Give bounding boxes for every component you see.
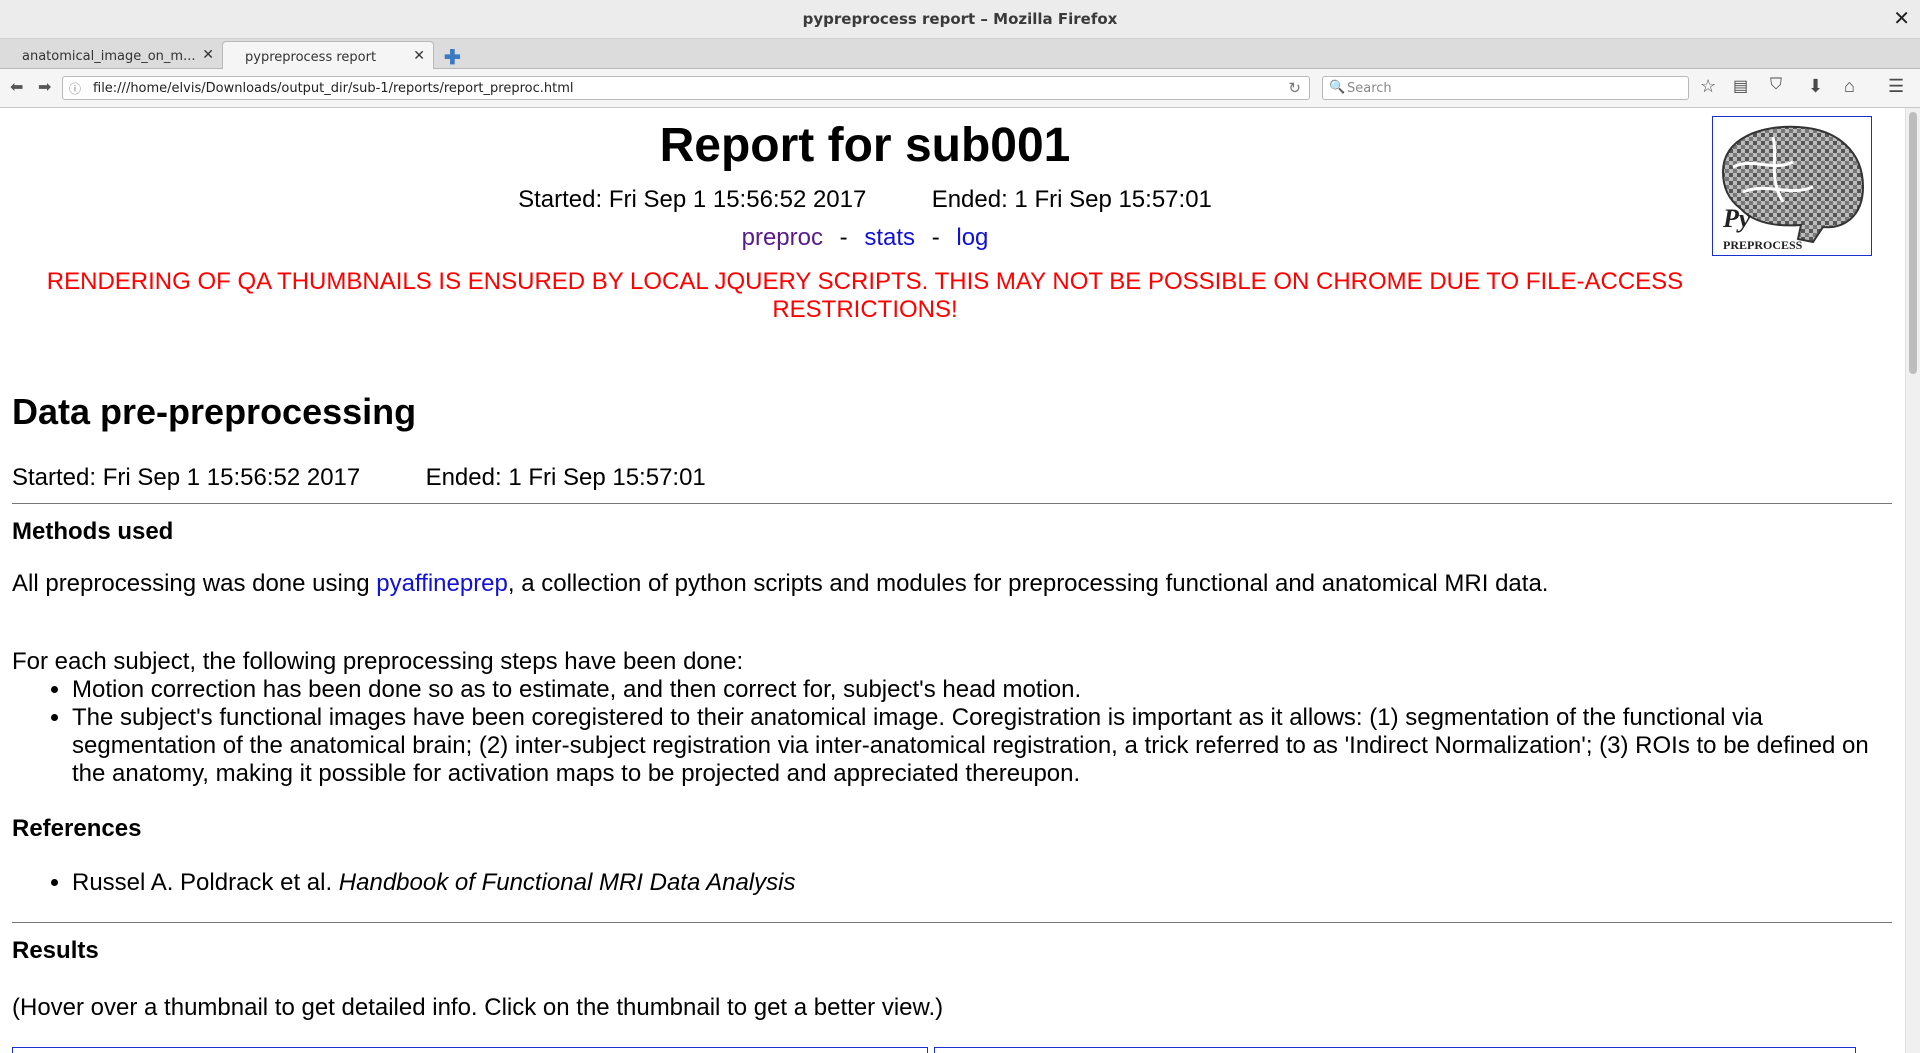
results-hint: (Hover over a thumbnail to get detailed …: [12, 994, 1892, 1022]
references-list: Russel A. Poldrack et al. Handbook of Fu…: [12, 869, 1892, 897]
tab-close-icon[interactable]: ✕: [413, 48, 425, 64]
url-bar[interactable]: ⓘ file:///home/elvis/Downloads/output_di…: [62, 76, 1310, 100]
steps-intro: For each subject, the following preproce…: [12, 648, 744, 675]
nav-separator: -: [839, 224, 848, 251]
menu-icon[interactable]: ☰: [1888, 76, 1904, 97]
window-close-icon[interactable]: ✕: [1893, 6, 1910, 31]
downloads-icon[interactable]: ⬇: [1808, 76, 1823, 97]
link-preproc[interactable]: preproc: [742, 224, 823, 251]
methods-post-text: , a collection of python scripts and mod…: [507, 570, 1549, 597]
ended-text: Ended: 1 Fri Sep 15:57:01: [931, 186, 1212, 213]
thumbnail[interactable]: [934, 1047, 1856, 1053]
back-icon[interactable]: ⬅: [10, 77, 23, 97]
pypreprocess-logo[interactable]: Py PREPROCESS: [1712, 116, 1872, 256]
pocket-icon[interactable]: ⛉: [1770, 76, 1782, 94]
report-header: Report for sub001: [0, 118, 1730, 173]
list-item: Russel A. Poldrack et al. Handbook of Fu…: [72, 869, 1892, 897]
references-list-wrap: Russel A. Poldrack et al. Handbook of Fu…: [12, 869, 1892, 897]
scrollbar-thumb[interactable]: [1909, 112, 1917, 374]
search-input[interactable]: 🔍 Search: [1322, 76, 1689, 100]
search-placeholder: Search: [1347, 81, 1392, 96]
references-heading-wrap: References: [12, 815, 1892, 843]
nav-separator: -: [931, 224, 940, 251]
search-icon: 🔍: [1329, 79, 1346, 94]
started-text: Started: Fri Sep 1 15:56:52 2017: [518, 186, 867, 213]
link-log[interactable]: log: [956, 224, 988, 251]
link-stats[interactable]: stats: [864, 224, 915, 251]
tab-close-icon[interactable]: ✕: [202, 47, 214, 63]
page-viewport: Py PREPROCESS Report for sub001 Started:…: [0, 108, 1905, 1053]
tab-pypreprocess-report[interactable]: pypreprocess report ✕: [222, 41, 434, 70]
section-heading: Data pre-preprocessing: [12, 391, 417, 432]
bookmark-star-icon[interactable]: ☆: [1700, 76, 1716, 97]
warning-line-2: RESTRICTIONS!: [772, 296, 958, 323]
results-hint-text: (Hover over a thumbnail to get detailed …: [12, 994, 944, 1021]
window-title: pypreprocess report – Mozilla Firefox: [802, 10, 1118, 28]
list-item: The subject's functional images have bee…: [72, 704, 1892, 788]
page-title: Report for sub001: [659, 119, 1071, 172]
results-heading-wrap: Results: [12, 937, 1892, 965]
divider: [12, 503, 1892, 504]
references-heading: References: [12, 815, 142, 842]
methods-heading: Methods used: [12, 518, 174, 545]
section-ended-text: Ended: 1 Fri Sep 15:57:01: [425, 464, 706, 491]
warning-line-1: RENDERING OF QA THUMBNAILS IS ENSURED BY…: [46, 268, 1684, 295]
reload-icon[interactable]: ↻: [1288, 79, 1301, 97]
logo-preprocess-text: PREPROCESS: [1723, 238, 1803, 252]
brain-logo-icon: Py PREPROCESS: [1721, 125, 1865, 252]
tab-label: pypreprocess report: [245, 50, 377, 65]
url-text[interactable]: file:///home/elvis/Downloads/output_dir/…: [93, 81, 574, 96]
section-started-text: Started: Fri Sep 1 15:56:52 2017: [12, 464, 361, 491]
page-scrollbar[interactable]: [1905, 108, 1920, 1053]
forward-icon[interactable]: ➡: [38, 77, 51, 97]
jquery-warning: RENDERING OF QA THUMBNAILS IS ENSURED BY…: [0, 268, 1730, 324]
section-times: Started: Fri Sep 1 15:56:52 2017 Ended: …: [12, 464, 1892, 492]
reference-author: Russel A. Poldrack et al.: [72, 869, 339, 896]
site-info-icon[interactable]: ⓘ: [69, 80, 81, 97]
methods-heading-wrap: Methods used: [12, 518, 1892, 546]
section-heading-wrap: Data pre-preprocessing: [12, 391, 1892, 433]
report-times: Started: Fri Sep 1 15:56:52 2017 Ended: …: [0, 186, 1730, 214]
window-titlebar: pypreprocess report – Mozilla Firefox ✕: [0, 0, 1920, 39]
navigation-toolbar: ⬅ ➡ ⓘ file:///home/elvis/Downloads/outpu…: [0, 69, 1920, 108]
pyaffineprep-link[interactable]: pyaffineprep: [376, 570, 508, 597]
bookmarks-menu-icon[interactable]: ▤: [1733, 76, 1748, 96]
results-heading: Results: [12, 937, 99, 964]
tab-bar: anatomical_image_on_m... ✕ pypreprocess …: [0, 39, 1920, 70]
methods-pre-text: All preprocessing was done using: [12, 570, 377, 597]
new-tab-icon[interactable]: ✚: [444, 45, 461, 70]
steps-list: Motion correction has been done so as to…: [12, 676, 1892, 788]
reference-title: Handbook of Functional MRI Data Analysis: [338, 869, 796, 896]
report-nav-links: preproc - stats - log: [0, 224, 1730, 252]
tab-label: anatomical_image_on_m...: [22, 49, 196, 64]
steps-block: For each subject, the following preproce…: [12, 648, 1892, 788]
tab-anatomical-image[interactable]: anatomical_image_on_m... ✕: [0, 41, 222, 69]
thumbnail[interactable]: [12, 1047, 928, 1053]
methods-paragraph: All preprocessing was done using pyaffin…: [12, 570, 1892, 598]
home-icon[interactable]: ⌂: [1844, 76, 1855, 97]
divider: [12, 922, 1892, 923]
list-item: Motion correction has been done so as to…: [72, 676, 1892, 704]
